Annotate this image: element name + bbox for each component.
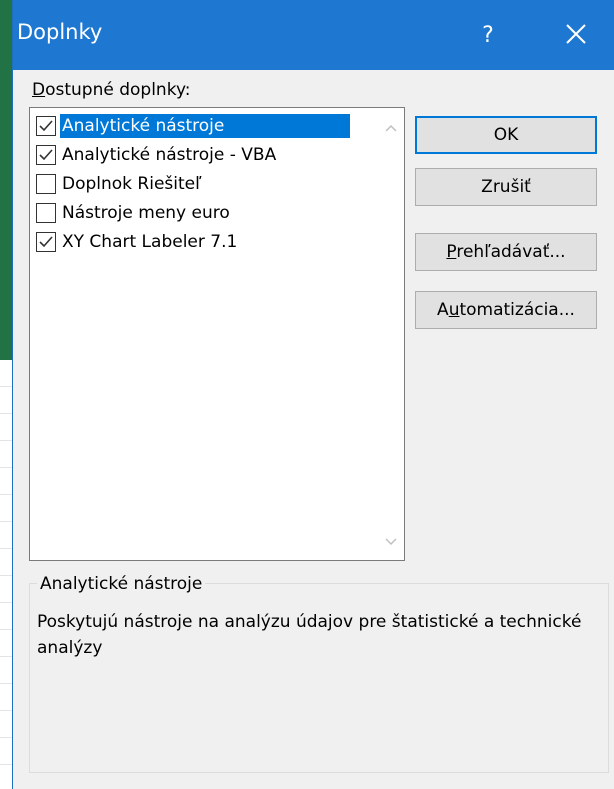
- automation-label-start: A: [437, 300, 449, 320]
- scroll-up-button[interactable]: [379, 117, 403, 141]
- list-item[interactable]: Doplnok Riešiteľ: [32, 170, 206, 198]
- browse-button[interactable]: Prehľadávať...: [415, 233, 597, 271]
- list-item-label: XY Chart Labeler 7.1: [62, 232, 238, 252]
- automation-button[interactable]: Automatizácia...: [415, 291, 597, 329]
- checkbox[interactable]: [36, 145, 56, 165]
- list-item-label: Analytické nástroje: [60, 114, 350, 138]
- list-item-label: Analytické nástroje - VBA: [62, 145, 277, 165]
- ok-button[interactable]: OK: [415, 116, 597, 154]
- description-title: Analytické nástroje: [37, 574, 206, 594]
- list-item-label: Doplnok Riešiteľ: [62, 174, 202, 194]
- list-item[interactable]: XY Chart Labeler 7.1: [32, 228, 241, 256]
- title-bar[interactable]: Doplnky ?: [13, 0, 614, 70]
- help-button[interactable]: ?: [468, 16, 508, 56]
- available-label-mnemonic: D: [32, 80, 46, 100]
- list-item[interactable]: Analytické nástroje: [32, 112, 350, 140]
- list-item[interactable]: Analytické nástroje - VBA: [32, 141, 280, 169]
- browse-mnemonic: P: [446, 242, 457, 262]
- available-label-text: ostupné doplnky:: [45, 80, 191, 100]
- close-button[interactable]: [551, 13, 601, 57]
- close-icon: [566, 24, 586, 44]
- cancel-button[interactable]: Zrušiť: [415, 168, 597, 206]
- checkmark-icon: [39, 236, 53, 248]
- automation-mnemonic: u: [448, 300, 460, 320]
- checkmark-icon: [39, 120, 53, 132]
- dialog-title: Doplnky: [17, 20, 103, 44]
- browse-label: rehľadávať...: [456, 242, 566, 262]
- chevron-up-icon: [385, 124, 397, 132]
- addins-listbox[interactable]: Analytické nástroje Analytické nástroje …: [29, 107, 405, 561]
- background-app-edge: [0, 0, 12, 362]
- vertical-scrollbar[interactable]: [379, 109, 403, 559]
- screen: Doplnky ? Dostupné doplnky: Analytické n…: [0, 0, 614, 789]
- description-text: Poskytujú nástroje na analýzu údajov pre…: [37, 612, 582, 658]
- checkbox[interactable]: [36, 174, 56, 194]
- automation-label: tomatizácia...: [459, 300, 575, 320]
- list-item[interactable]: Nástroje meny euro: [32, 199, 234, 227]
- list-item-label: Nástroje meny euro: [62, 203, 230, 223]
- checkmark-icon: [39, 149, 53, 161]
- available-addins-label: Dostupné doplnky:: [32, 80, 191, 100]
- chevron-down-icon: [385, 538, 397, 546]
- scroll-down-button[interactable]: [379, 529, 403, 553]
- checkbox[interactable]: [36, 203, 56, 223]
- checkbox[interactable]: [36, 116, 56, 136]
- addins-dialog: Doplnky ? Dostupné doplnky: Analytické n…: [12, 0, 614, 789]
- checkbox[interactable]: [36, 232, 56, 252]
